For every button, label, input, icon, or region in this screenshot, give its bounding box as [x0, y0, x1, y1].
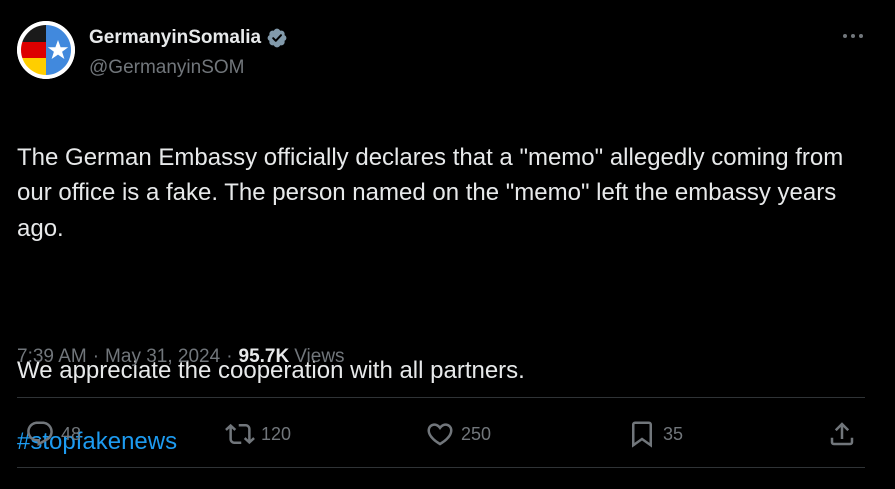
- divider-top: [17, 397, 865, 398]
- meta-separator: ·: [226, 346, 233, 367]
- reply-icon: [27, 421, 53, 447]
- views-label: Views: [294, 346, 345, 367]
- author-display-name[interactable]: GermanyinSomalia: [89, 26, 261, 50]
- like-button[interactable]: 250: [425, 410, 491, 458]
- like-count: 250: [461, 423, 492, 444]
- reply-count: 48: [61, 423, 82, 444]
- retweet-icon: [225, 423, 255, 445]
- author-name-row: GermanyinSomalia: [89, 26, 288, 50]
- retweet-count: 120: [261, 423, 292, 444]
- meta-separator: ·: [92, 346, 100, 367]
- reply-button[interactable]: 48: [25, 410, 81, 458]
- heart-icon: [427, 423, 453, 446]
- more-options-button[interactable]: [836, 24, 870, 48]
- views-count: 95.7K: [238, 346, 290, 367]
- avatar[interactable]: [17, 21, 75, 79]
- verified-badge-icon[interactable]: [266, 27, 288, 49]
- bookmark-button[interactable]: 35: [627, 410, 683, 458]
- share-button[interactable]: [827, 410, 857, 458]
- more-horizontal-icon: [843, 34, 863, 38]
- tweet-time[interactable]: 7:39 AM: [17, 345, 87, 369]
- tweet-paragraph-1: The German Embassy officially declares t…: [17, 143, 844, 242]
- retweet-button[interactable]: 120: [225, 410, 291, 458]
- bookmark-count: 35: [663, 423, 684, 444]
- action-bar: 48 120 250 35: [17, 410, 865, 458]
- tweet-meta: 7:39 AM · May 31, 2024 · 95.7K Views: [17, 345, 345, 369]
- tweet-date[interactable]: May 31, 2024: [105, 345, 220, 369]
- bookmark-icon: [632, 421, 652, 448]
- germany-somalia-flag-icon: [17, 21, 75, 79]
- divider-bottom: [17, 467, 865, 468]
- share-icon: [830, 422, 854, 446]
- author-handle[interactable]: @GermanyinSOM: [89, 56, 245, 80]
